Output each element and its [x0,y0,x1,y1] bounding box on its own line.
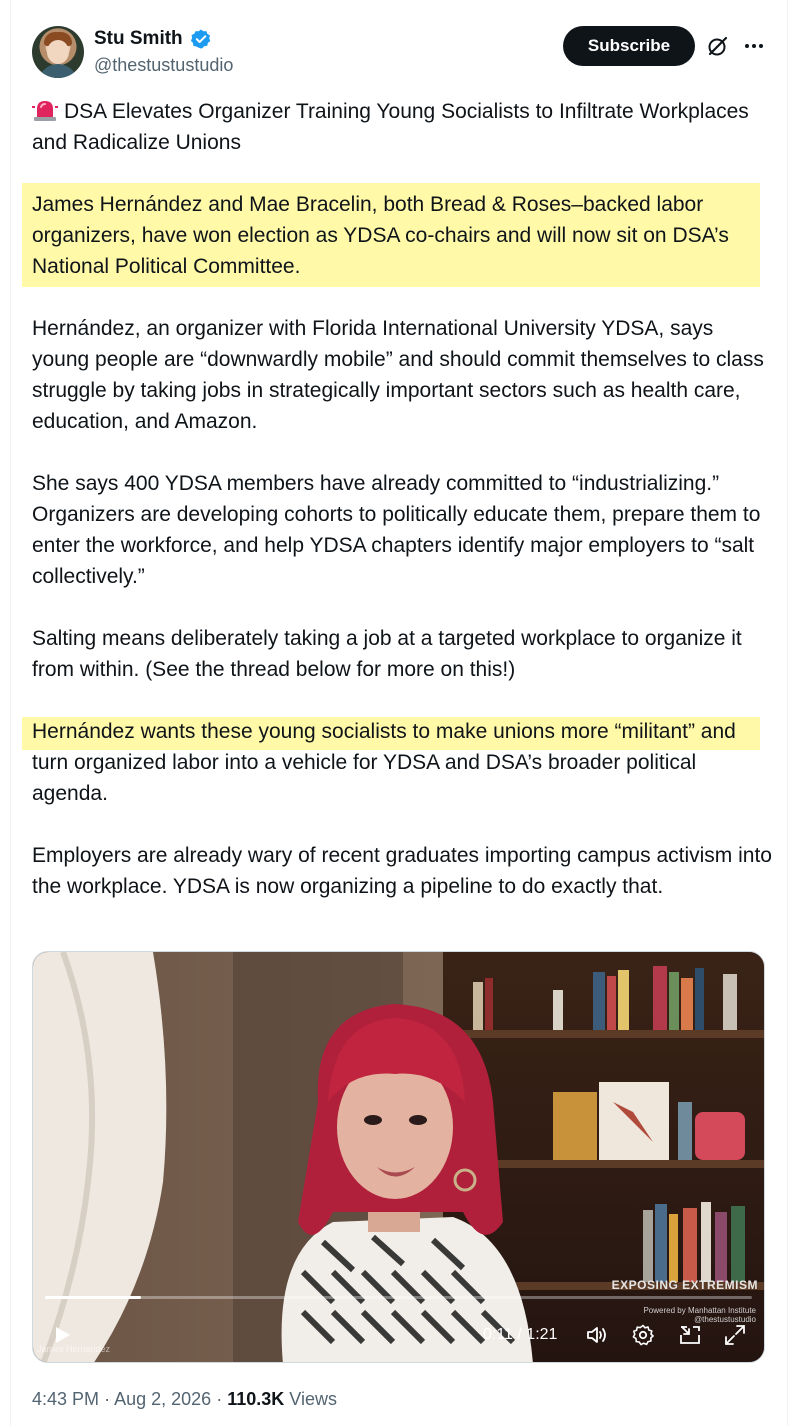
police-light-emoji-icon [32,101,58,121]
tweet-headline: DSA Elevates Organizer Training Young So… [32,96,772,158]
tweet-time[interactable]: 4:43 PM [32,1389,99,1409]
meta-separator: · [104,1389,111,1409]
author-handle[interactable]: @thestustustudio [94,53,233,77]
volume-icon[interactable] [585,1323,609,1347]
tweet-paragraph-4: Salting means deliberately taking a job … [32,627,742,681]
video-time: 0:11 / 1:21 [483,1326,558,1343]
tweet-paragraph-6: Employers are already wary of recent gra… [32,844,772,898]
views-count: 110.3K [227,1389,285,1409]
video-progress-fill [45,1296,142,1299]
avatar-shirt [38,64,78,78]
tweet-paragraph-2: Hernández, an organizer with Florida Int… [32,317,764,433]
video-progress-bar[interactable] [45,1296,752,1299]
speaker-caption: James Hernandez [37,1344,111,1354]
tweet-paragraph-3: She says 400 YDSA members have already c… [32,472,761,588]
overlay-brand: EXPOSING EXTREMISM [611,1278,758,1292]
overlay-institute: Manhattan Institute [687,1306,756,1315]
video-player[interactable]: EXPOSING EXTREMISM Powered by Manhattan … [32,951,765,1363]
grok-icon[interactable] [706,34,730,58]
subscribe-button[interactable]: Subscribe [563,26,695,66]
fullscreen-icon[interactable] [723,1323,747,1347]
verified-badge-icon[interactable] [190,28,212,50]
tweet-paragraph-1: James Hernández and Mae Bracelin, both B… [32,193,729,278]
tweet-meta: 4:43 PM · Aug 2, 2026 · 110.3K Views [32,1385,337,1413]
meta-separator: · [216,1389,223,1409]
tweet-text: DSA Elevates Organizer Training Young So… [32,96,772,933]
more-icon[interactable] [742,34,766,58]
tweet-headline-text: DSA Elevates Organizer Training Young So… [32,100,749,154]
play-icon[interactable] [51,1324,73,1346]
settings-icon[interactable] [631,1323,655,1347]
author-avatar[interactable] [32,26,84,78]
views-label: Views [289,1389,337,1409]
author-name[interactable]: Stu Smith [94,27,183,51]
video-frame [33,952,764,1362]
tweet-paragraph-5: Hernández wants these young socialists t… [32,720,736,805]
pip-icon[interactable] [678,1323,702,1347]
overlay-credits: Powered by Manhattan Institute @thestust… [636,1306,756,1324]
avatar-face [47,40,69,64]
overlay-powered: Powered by [643,1306,686,1315]
tweet-date[interactable]: Aug 2, 2026 [114,1389,211,1409]
